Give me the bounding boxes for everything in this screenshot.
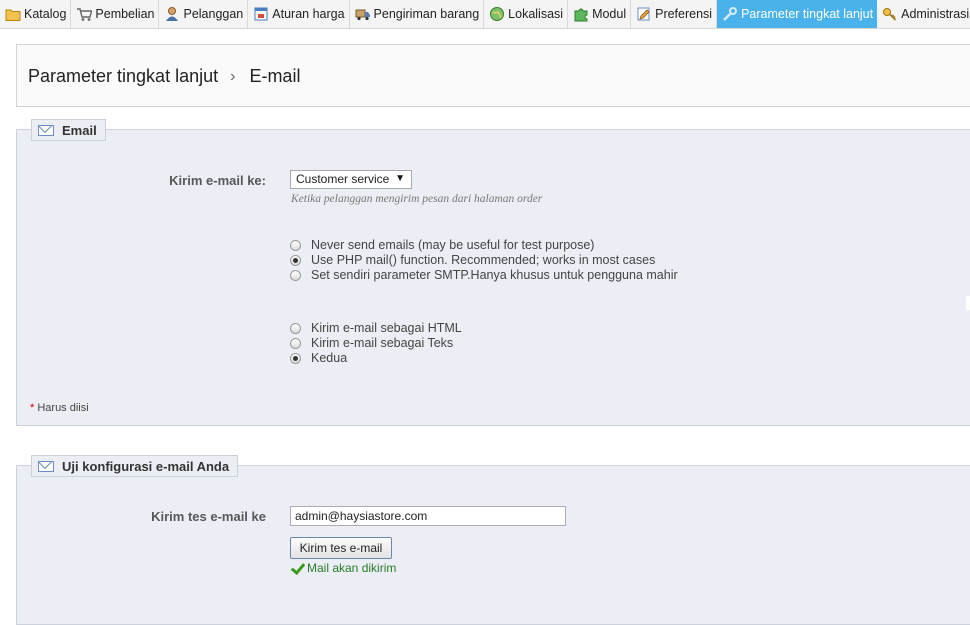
legend-title: Uji konfigurasi e-mail Anda [62, 458, 230, 474]
globe-icon [489, 6, 505, 22]
tab-label: Modul [592, 7, 627, 21]
method-option-php-mail[interactable]: Use PHP mail() function. Recommended; wo… [290, 253, 655, 267]
tab-administrasi[interactable]: Administrasi [877, 0, 970, 28]
test-section-legend: Uji konfigurasi e-mail Anda [31, 455, 239, 477]
radio-label: Use PHP mail() function. Recommended; wo… [311, 253, 656, 267]
send-to-select[interactable]: Customer service ▼ [290, 170, 412, 189]
tab-label: Pelanggan [183, 7, 244, 21]
envelope-icon [38, 124, 54, 136]
radio-label: Kirim e-mail sebagai Teks [311, 336, 454, 350]
send-to-selected-value: Customer service [296, 172, 390, 186]
required-text: Harus diisi [37, 402, 89, 414]
radio-label: Set sendiri parameter SMTP.Hanya khusus … [311, 268, 678, 282]
tab-label: Pembelian [95, 7, 155, 21]
truck-icon [355, 6, 371, 22]
wrench-icon [722, 6, 738, 22]
mail-status: Mail akan dikirim [290, 561, 396, 575]
breadcrumb-separator-icon: › [230, 67, 236, 85]
tab-preferensi[interactable]: Preferensi [631, 0, 718, 28]
radio-label: Kedua [311, 351, 348, 365]
radio-button[interactable] [290, 269, 301, 281]
tab-label: Administrasi [901, 7, 970, 21]
tab-katalog[interactable]: Katalog [0, 0, 72, 28]
price-rules-icon [253, 6, 269, 22]
email-settings-panel: Email Kirim e-mail ke: Customer service … [16, 119, 970, 426]
tab-parameter-tingkat-lanjut[interactable]: Parameter tingkat lanjut [717, 0, 878, 28]
breadcrumb-parent[interactable]: Parameter tingkat lanjut [28, 66, 218, 87]
page-header: Parameter tingkat lanjut › E-mail [16, 44, 970, 107]
tab-label: Preferensi [655, 7, 713, 21]
tab-lokalisasi[interactable]: Lokalisasi [484, 0, 569, 28]
scroll-edge [966, 296, 970, 310]
tab-label: Pengiriman barang [373, 7, 480, 21]
tab-modul[interactable]: Modul [568, 0, 632, 28]
cart-icon [76, 6, 93, 22]
tab-label: Lokalisasi [508, 7, 564, 21]
send-to-label: Kirim e-mail ke: [169, 173, 266, 188]
send-to-hint: Ketika pelanggan mengirim pesan dari hal… [291, 193, 543, 205]
breadcrumb: Parameter tingkat lanjut › E-mail [28, 66, 300, 87]
tab-pelanggan[interactable]: Pelanggan [159, 0, 249, 28]
test-email-input[interactable]: admin@haysiastore.com [290, 506, 566, 526]
tab-pembelian[interactable]: Pembelian [71, 0, 160, 28]
method-option-never[interactable]: Never send emails (may be useful for tes… [290, 238, 594, 252]
tab-label: Aturan harga [272, 7, 345, 21]
mail-status-text: Mail akan dikirim [307, 561, 397, 575]
format-option-html[interactable]: Kirim e-mail sebagai HTML [290, 321, 462, 335]
radio-button[interactable] [290, 239, 301, 251]
checkmark-icon [290, 562, 304, 574]
method-option-smtp[interactable]: Set sendiri parameter SMTP.Hanya khusus … [290, 268, 678, 282]
tab-label: Parameter tingkat lanjut [741, 7, 874, 21]
radio-button[interactable] [290, 337, 301, 349]
folder-icon [5, 6, 21, 22]
envelope-icon [38, 460, 54, 472]
test-email-label: Kirim tes e-mail ke [151, 509, 266, 524]
format-option-both[interactable]: Kedua [290, 351, 347, 365]
email-section-legend: Email [31, 119, 106, 141]
puzzle-icon [573, 6, 589, 22]
format-option-text[interactable]: Kirim e-mail sebagai Teks [290, 336, 453, 350]
user-icon [164, 6, 180, 22]
required-note: * Harus diisi [30, 402, 89, 414]
radio-button-checked[interactable] [290, 352, 301, 364]
radio-label: Kirim e-mail sebagai HTML [311, 321, 462, 335]
legend-title: Email [62, 122, 97, 138]
dropdown-arrow-icon: ▼ [395, 173, 405, 184]
key-icon [882, 6, 898, 22]
tab-aturan-harga[interactable]: Aturan harga [248, 0, 350, 28]
radio-button-checked[interactable] [290, 254, 301, 266]
radio-button[interactable] [290, 322, 301, 334]
tab-label: Katalog [24, 7, 67, 21]
send-test-email-button[interactable]: Kirim tes e-mail [290, 537, 392, 559]
radio-label: Never send emails (may be useful for tes… [311, 238, 595, 252]
test-email-panel: Uji konfigurasi e-mail Anda Kirim tes e-… [16, 455, 970, 625]
tab-pengiriman-barang[interactable]: Pengiriman barang [350, 0, 485, 28]
top-navigation: Katalog Pembelian Pelanggan Aturan harga… [0, 0, 970, 29]
preferences-icon [636, 6, 652, 22]
required-star: * [30, 402, 35, 414]
page-title: E-mail [249, 66, 301, 86]
